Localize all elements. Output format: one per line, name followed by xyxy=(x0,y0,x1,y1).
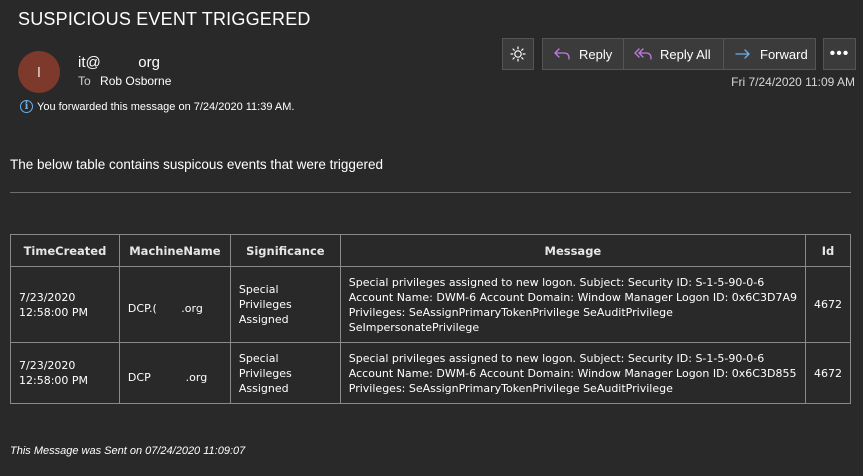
col-header-timecreated: TimeCreated xyxy=(10,234,120,267)
more-icon: ••• xyxy=(829,45,850,62)
more-actions-button[interactable]: ••• xyxy=(823,38,856,70)
forward-button[interactable]: Forward xyxy=(724,39,815,69)
forwarded-notice-text: You forwarded this message on 7/24/2020 … xyxy=(37,100,295,113)
received-date: Fri 7/24/2020 11:09 AM xyxy=(731,75,855,89)
reply-all-icon xyxy=(634,48,652,60)
table-row: 7/23/2020 12:58:00 PM DCP.( .org Special… xyxy=(10,266,852,343)
cell-machinename: DCP.( .org xyxy=(118,266,231,343)
cell-date: 7/23/2020 xyxy=(19,359,76,372)
cell-message: Special privileges assigned to new logon… xyxy=(339,266,806,343)
email-subject: SUSPICIOUS EVENT TRIGGERED xyxy=(18,9,311,29)
significance-line: Privileges xyxy=(238,298,292,311)
significance-line: Assigned xyxy=(238,381,289,395)
events-table: TimeCreated MachineName Significance Mes… xyxy=(10,234,852,404)
intro-text: The below table contains suspicous event… xyxy=(10,157,383,172)
table-row: 7/23/2020 12:58:00 PM DCP .org Special P… xyxy=(10,342,852,404)
forward-icon xyxy=(735,49,750,59)
cell-timecreated: 7/23/2020 12:58:00 PM xyxy=(10,342,120,404)
significance-line: Assigned xyxy=(238,313,289,326)
theme-toggle-button[interactable] xyxy=(502,38,534,70)
significance-line: Privileges xyxy=(238,366,292,380)
sun-icon xyxy=(510,46,526,62)
recipient-name[interactable]: Rob Osborne xyxy=(100,74,171,88)
col-header-machinename: MachineName xyxy=(118,234,231,267)
divider xyxy=(10,192,851,193)
reply-icon xyxy=(554,48,570,60)
reply-button-group: Reply Reply All Forward xyxy=(542,38,816,70)
reply-label: Reply xyxy=(579,46,613,62)
cell-id: 4672 xyxy=(804,342,852,404)
info-icon: i xyxy=(20,100,33,113)
cell-significance: Special Privileges Assigned xyxy=(229,342,341,404)
cell-message: Special privileges assigned to new logon… xyxy=(339,342,806,404)
significance-line: Special xyxy=(238,351,279,365)
cell-date: 7/23/2020 xyxy=(19,290,76,304)
col-header-id: Id xyxy=(804,234,852,267)
reply-button[interactable]: Reply xyxy=(543,39,624,69)
cell-time: 12:58:00 PM xyxy=(19,305,89,319)
col-header-message: Message xyxy=(339,234,806,267)
table-header-row: TimeCreated MachineName Significance Mes… xyxy=(10,234,852,267)
avatar-initial: I xyxy=(36,63,42,81)
cell-machinename: DCP .org xyxy=(118,342,231,404)
forwarded-notice: i You forwarded this message on 7/24/202… xyxy=(20,100,294,113)
sender-avatar[interactable]: I xyxy=(18,51,60,93)
reply-all-label: Reply All xyxy=(660,46,711,62)
cell-timecreated: 7/23/2020 12:58:00 PM xyxy=(10,266,120,343)
cell-id: 4672 xyxy=(804,266,852,343)
reply-all-button[interactable]: Reply All xyxy=(624,39,724,69)
col-header-significance: Significance xyxy=(229,234,341,267)
recipient-line: To Rob Osborne xyxy=(78,74,171,88)
cell-significance: Special Privileges Assigned xyxy=(229,266,341,343)
sender-address[interactable]: it@ org xyxy=(78,54,160,71)
to-label: To xyxy=(78,74,91,88)
significance-line: Special xyxy=(238,283,279,296)
sent-footer: This Message was Sent on 07/24/2020 11:0… xyxy=(10,445,246,457)
forward-label: Forward xyxy=(760,46,808,62)
cell-time: 12:58:00 PM xyxy=(19,374,89,387)
